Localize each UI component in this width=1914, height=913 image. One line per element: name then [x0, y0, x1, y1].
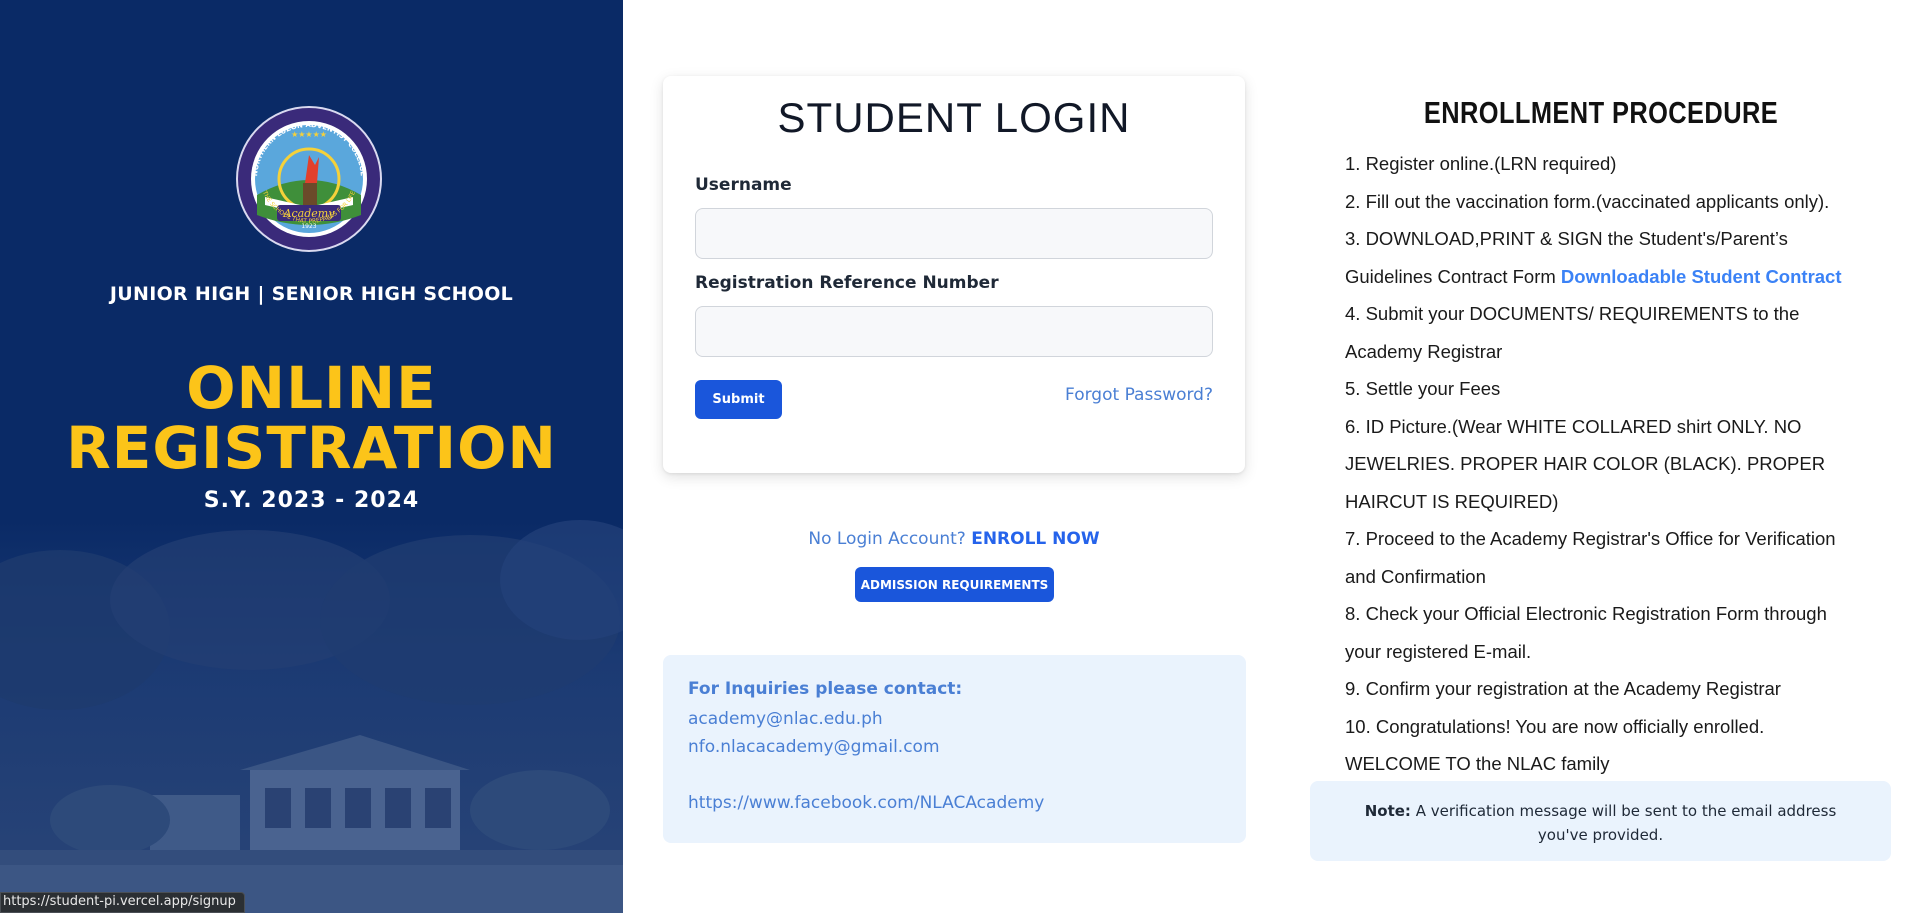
- reference-number-label: Registration Reference Number: [695, 273, 999, 293]
- procedure-step-6: 6. ID Picture.(Wear WHITE COLLARED shirt…: [1345, 415, 1826, 512]
- download-contract-link[interactable]: Downloadable Student Contract: [1561, 266, 1842, 287]
- school-levels: JUNIOR HIGH | SENIOR HIGH SCHOOL: [109, 283, 514, 305]
- no-account-prompt: No Login Account? ENROLL NOW: [663, 529, 1245, 549]
- contact-email-gmail[interactable]: nfo.nlacacademy@gmail.com: [688, 733, 1221, 761]
- login-title: STUDENT LOGIN: [777, 94, 1131, 141]
- username-label: Username: [695, 175, 792, 195]
- login-card: STUDENT LOGIN Username Registration Refe…: [663, 76, 1245, 473]
- username-input[interactable]: [695, 208, 1213, 259]
- procedure-step-8: 8. Check your Official Electronic Regist…: [1345, 603, 1827, 662]
- verification-note: Note: A verification message will be sen…: [1310, 781, 1891, 861]
- contact-box: For Inquiries please contact: academy@nl…: [663, 655, 1246, 843]
- procedure-step-7: 7. Proceed to the Academy Registrar's Of…: [1345, 528, 1836, 587]
- svg-text:★★★★★: ★★★★★: [291, 130, 327, 139]
- procedure-step-2: 2. Fill out the vaccination form.(vaccin…: [1345, 190, 1830, 212]
- reference-number-input[interactable]: [695, 306, 1213, 357]
- admission-requirements-button[interactable]: ADMISSION REQUIREMENTS: [855, 567, 1054, 602]
- hero-panel: Academy 1923 NORTHERN LUZON ADVENTIST CO…: [0, 0, 623, 913]
- submit-button[interactable]: Submit: [695, 380, 782, 419]
- procedure-step-5: 5. Settle your Fees: [1345, 378, 1501, 399]
- procedure-title: ENROLLMENT PROCEDURE: [1423, 95, 1779, 130]
- school-year: S.Y. 2023 - 2024: [203, 488, 420, 513]
- procedure-list: 1. Register online.(LRN required) 2. Fil…: [1345, 145, 1855, 783]
- procedure-step-10: 10. Congratulations! You are now officia…: [1345, 715, 1765, 775]
- enroll-now-link[interactable]: ENROLL NOW: [971, 529, 1099, 549]
- contact-title: For Inquiries please contact:: [688, 679, 963, 699]
- procedure-step-3: 3. DOWNLOAD,PRINT & SIGN the Student's/P…: [1345, 220, 1855, 295]
- title-line-2: REGISTRATION: [66, 414, 557, 482]
- contact-facebook-link[interactable]: https://www.facebook.com/NLACAcademy: [688, 789, 1221, 817]
- school-logo: Academy 1923 NORTHERN LUZON ADVENTIST CO…: [236, 106, 382, 252]
- forgot-password-link[interactable]: Forgot Password?: [1065, 385, 1213, 405]
- procedure-step-4: 4. Submit your DOCUMENTS/ REQUIREMENTS t…: [1345, 303, 1800, 362]
- procedure-step-1: 1. Register online.(LRN required): [1345, 153, 1617, 174]
- online-registration-title: ONLINE REGISTRATION: [0, 358, 623, 478]
- campus-background-image: [0, 520, 623, 913]
- title-line-1: ONLINE: [186, 354, 437, 422]
- note-label: Note:: [1364, 802, 1411, 820]
- status-bar-url: https://student-pi.vercel.app/signup: [0, 892, 245, 913]
- contact-spacer: [688, 761, 1221, 789]
- no-account-text: No Login Account?: [808, 529, 966, 549]
- note-text: A verification message will be sent to t…: [1415, 802, 1837, 844]
- contact-email-academy[interactable]: academy@nlac.edu.ph: [688, 705, 1221, 733]
- procedure-step-9: 9. Confirm your registration at the Acad…: [1345, 678, 1781, 699]
